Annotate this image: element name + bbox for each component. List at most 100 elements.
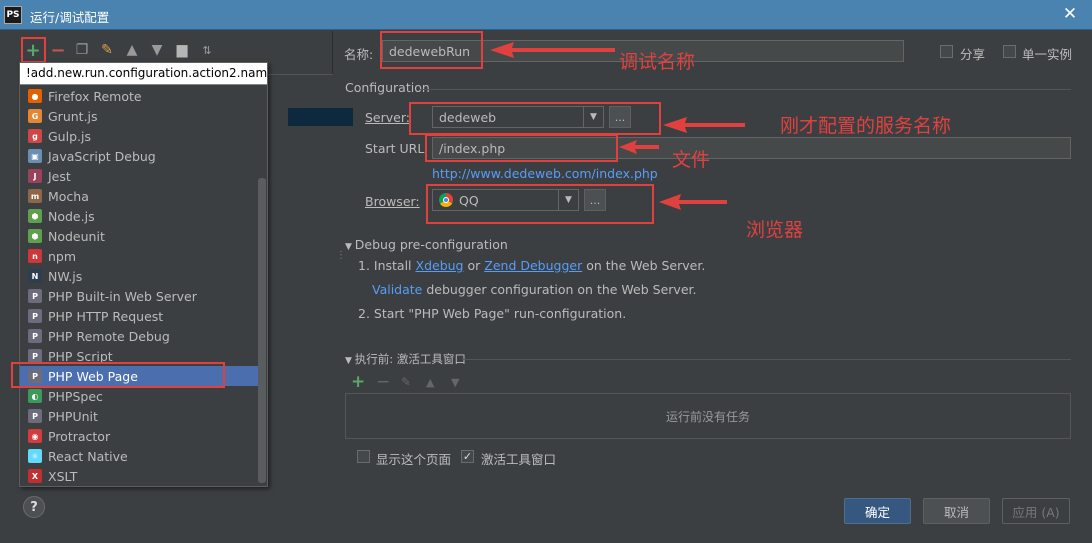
popup-item-label: Protractor — [48, 428, 111, 444]
debug-step1: 1. Install Xdebug or Zend Debugger on th… — [358, 258, 706, 273]
annotation-box-starturl — [425, 134, 618, 162]
before-launch-task-list: 运行前没有任务 — [345, 393, 1071, 439]
popup-scrollbar[interactable] — [258, 178, 266, 483]
annotation-arrow-name — [490, 42, 615, 58]
popup-item[interactable]: J Jest — [20, 166, 258, 186]
help-button[interactable]: ? — [23, 496, 45, 518]
move-up-icon[interactable]: ▲ — [123, 40, 141, 60]
popup-item-label: Grunt.js — [48, 108, 98, 124]
phpspec-icon: ◐ — [28, 389, 42, 403]
annotation-server-name: 刚才配置的服务名称 — [780, 115, 952, 137]
popup-item-label: PHP Built-in Web Server — [48, 288, 197, 304]
title-bar: PS 运行/调试配置 ✕ — [0, 0, 1092, 30]
nodejs-icon: ⬢ — [28, 209, 42, 223]
popup-item[interactable]: X XSLT — [20, 466, 258, 486]
annotation-arrow-browser — [659, 194, 727, 210]
wrench-icon[interactable]: ✎ — [98, 40, 116, 60]
splitter-handle[interactable]: ⋮ — [336, 250, 346, 266]
url-preview-link[interactable]: http://www.dedeweb.com/index.php — [432, 166, 658, 181]
window-title: 运行/调试配置 — [30, 10, 110, 25]
annotation-arrow-server — [663, 117, 745, 133]
popup-item-label: Gulp.js — [48, 128, 91, 144]
zend-debugger-link[interactable]: Zend Debugger — [484, 258, 582, 273]
js-debug-icon: ▣ — [28, 149, 42, 163]
popup-item-label: Firefox Remote — [48, 88, 142, 104]
grunt-icon: G — [28, 109, 42, 123]
nwjs-icon: N — [28, 269, 42, 283]
popup-item-label: NW.js — [48, 268, 83, 284]
popup-item[interactable]: ⬢ Nodeunit — [20, 226, 258, 246]
popup-item[interactable]: P PHPUnit — [20, 406, 258, 426]
annotation-box-browser — [426, 184, 654, 224]
debug-validate-line: Validate debugger configuration on the W… — [372, 282, 697, 297]
popup-item-label: PHP Remote Debug — [48, 328, 170, 344]
xdebug-link[interactable]: Xdebug — [416, 258, 464, 273]
popup-item-label: npm — [48, 248, 77, 264]
sort-icon[interactable]: ⇅ — [198, 40, 216, 60]
add-task-icon[interactable]: + — [351, 372, 365, 392]
react-icon: ⚛ — [28, 449, 42, 463]
show-page-checkbox[interactable] — [357, 450, 370, 463]
close-icon[interactable]: ✕ — [1059, 3, 1081, 25]
apply-button[interactable]: 应用 (A) — [1002, 498, 1070, 524]
ok-button[interactable]: 确定 — [844, 498, 911, 524]
cancel-button[interactable]: 取消 — [923, 498, 990, 524]
move-down-icon[interactable]: ▼ — [148, 40, 166, 60]
section-divider — [462, 359, 1071, 360]
before-launch-section-title[interactable]: ▼ 执行前: 激活工具窗口 — [345, 351, 466, 367]
gulp-icon: g — [28, 129, 42, 143]
annotation-box-phpwebpage — [11, 362, 225, 388]
popup-item[interactable]: P PHP Remote Debug — [20, 326, 258, 346]
share-checkbox[interactable] — [940, 45, 953, 58]
popup-item[interactable]: ▣ JavaScript Debug — [20, 146, 258, 166]
xslt-icon: X — [28, 469, 42, 483]
popup-item-label: PHPSpec — [48, 388, 103, 404]
popup-item-label: Nodeunit — [48, 228, 105, 244]
popup-item[interactable]: n npm — [20, 246, 258, 266]
move-down-icon: ▼ — [451, 376, 460, 389]
remove-configuration-button[interactable]: − — [49, 40, 67, 61]
popup-item[interactable]: ⬢ Node.js — [20, 206, 258, 226]
popup-item[interactable]: ◉ Protractor — [20, 426, 258, 446]
popup-item-label: PHPUnit — [48, 408, 98, 424]
empty-task-text: 运行前没有任务 — [665, 409, 750, 424]
popup-item[interactable]: ◐ PHPSpec — [20, 386, 258, 406]
start-url-label: Start URL: — [365, 141, 429, 156]
debug-section-title[interactable]: ▼ Debug pre-configuration — [345, 237, 508, 252]
phpstorm-app-icon: PS — [4, 6, 22, 24]
remove-task-icon: − — [376, 372, 391, 392]
annotation-arrow-file — [619, 140, 659, 154]
annotation-browser: 浏览器 — [746, 219, 804, 241]
protractor-icon: ◉ — [28, 429, 42, 443]
popup-item[interactable]: G Grunt.js — [20, 106, 258, 126]
phpunit-icon: P — [28, 409, 42, 423]
copy-icon[interactable]: ❐ — [73, 40, 91, 60]
popup-item[interactable]: N NW.js — [20, 266, 258, 286]
popup-item[interactable]: ⚛ React Native — [20, 446, 258, 466]
popup-item-label: Mocha — [48, 188, 89, 204]
single-instance-checkbox[interactable] — [1003, 45, 1016, 58]
validate-link[interactable]: Validate — [372, 282, 422, 297]
annotation-debug-name: 调试名称 — [619, 51, 696, 73]
popup-item[interactable]: P PHP HTTP Request — [20, 306, 258, 326]
popup-item-label: JavaScript Debug — [48, 148, 156, 164]
npm-icon: n — [28, 249, 42, 263]
popup-item[interactable]: g Gulp.js — [20, 126, 258, 146]
folder-icon[interactable]: ▆ — [173, 40, 191, 60]
popup-item[interactable]: m Mocha — [20, 186, 258, 206]
annotation-file: 文件 — [672, 149, 711, 171]
popup-item[interactable]: P PHP Built-in Web Server — [20, 286, 258, 306]
firefox-icon: ● — [28, 89, 42, 103]
jest-icon: J — [28, 169, 42, 183]
php-server-icon: P — [28, 289, 42, 303]
nodeunit-icon: ⬢ — [28, 229, 42, 243]
server-label: Server: — [365, 110, 410, 125]
popup-item[interactable]: ● Firefox Remote — [20, 86, 258, 106]
popup-item-label: React Native — [48, 448, 128, 464]
move-up-icon: ▲ — [426, 376, 435, 389]
popup-item-label: Node.js — [48, 208, 95, 224]
section-divider — [420, 89, 1071, 90]
popup-item-label: PHP HTTP Request — [48, 308, 164, 324]
activate-tool-checkbox[interactable]: ✓ — [461, 450, 474, 463]
activate-tool-label: 激活工具窗口 — [481, 452, 557, 467]
